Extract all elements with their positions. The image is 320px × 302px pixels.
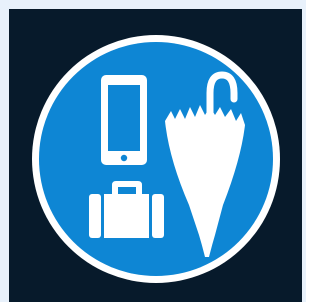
mobile-phone-icon — [101, 75, 147, 165]
sign-graphic — [9, 9, 302, 302]
sign-panel — [9, 9, 302, 302]
